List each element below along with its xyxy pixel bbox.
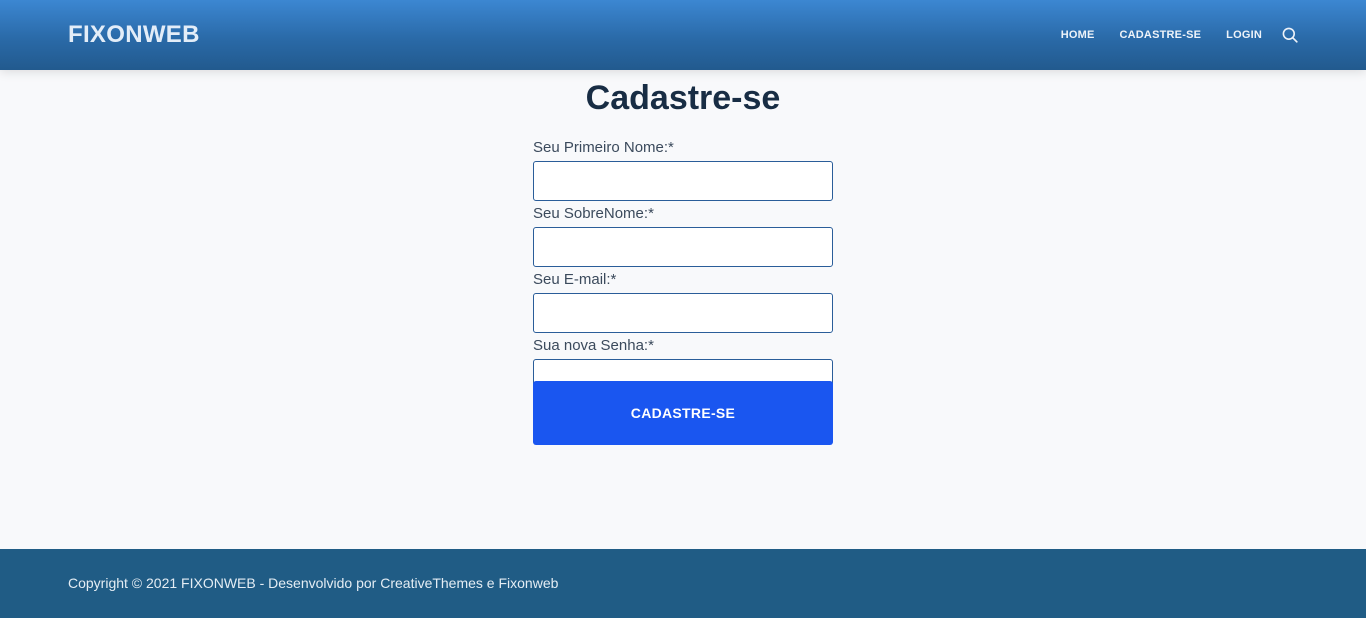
email-label: Seu E-mail:* <box>533 271 617 288</box>
site-header: FIXONWEB HOME CADASTRE-SE LOGIN <box>0 0 1366 70</box>
site-logo[interactable]: FIXONWEB <box>68 20 200 50</box>
site-footer: Copyright © 2021 FIXONWEB - Desenvolvido… <box>0 549 1366 618</box>
signup-submit-button[interactable]: CADASTRE-SE <box>533 381 833 445</box>
search-icon[interactable] <box>1282 27 1298 43</box>
footer-copyright: Copyright © 2021 FIXONWEB - Desenvolvido… <box>68 575 559 591</box>
first-name-input[interactable] <box>533 161 833 201</box>
email-input[interactable] <box>533 293 833 333</box>
last-name-label: Seu SobreNome:* <box>533 205 654 222</box>
nav-item-cadastre-se[interactable]: CADASTRE-SE <box>1120 22 1202 48</box>
main-content: Cadastre-se Seu Primeiro Nome:* Seu Sobr… <box>0 70 1366 549</box>
main-navigation: HOME CADASTRE-SE LOGIN <box>1061 22 1298 48</box>
first-name-label: Seu Primeiro Nome:* <box>533 139 674 156</box>
password-label: Sua nova Senha:* <box>533 337 654 354</box>
nav-item-login[interactable]: LOGIN <box>1226 22 1262 48</box>
page-title: Cadastre-se <box>585 79 781 117</box>
nav-item-home[interactable]: HOME <box>1061 22 1095 48</box>
signup-form: Seu Primeiro Nome:* Seu SobreNome:* Seu … <box>533 138 833 402</box>
last-name-input[interactable] <box>533 227 833 267</box>
